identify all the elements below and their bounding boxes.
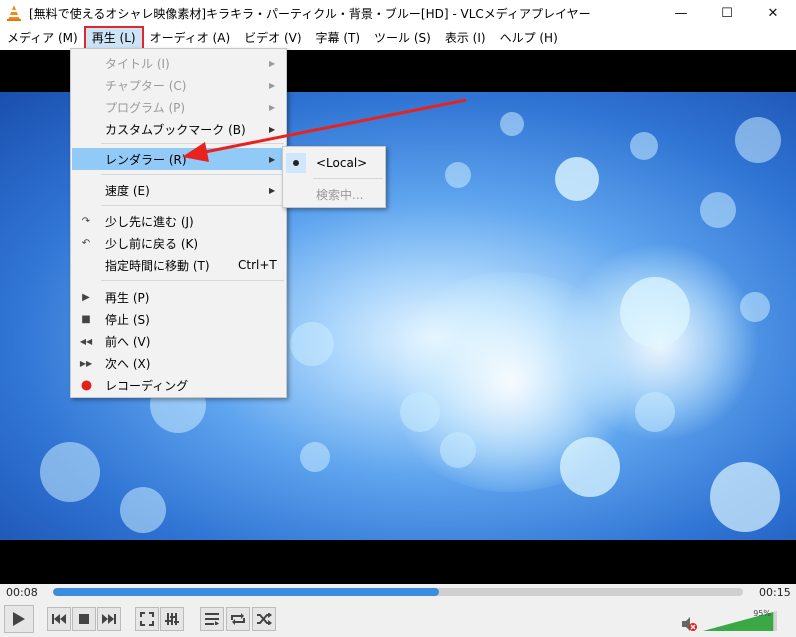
mute-speaker-icon[interactable] <box>682 617 698 631</box>
radio-check-icon <box>286 153 306 173</box>
play-icon: ▶ <box>82 291 90 303</box>
jump-forward-icon: ↷ <box>81 215 91 227</box>
playlist-button[interactable] <box>200 607 224 631</box>
submenu-arrow-icon: ▶ <box>269 102 276 112</box>
menu-item-play[interactable]: ▶ 再生 (P) <box>72 286 286 308</box>
minimize-button[interactable]: — <box>658 0 704 26</box>
renderer-searching[interactable]: 検索中... <box>284 182 385 206</box>
submenu-arrow-icon: ▶ <box>269 124 276 134</box>
menu-view[interactable]: 表示 (I) <box>438 27 493 49</box>
renderer-local[interactable]: <Local> <box>284 151 385 175</box>
previous-button[interactable] <box>47 607 71 631</box>
menu-item-previous[interactable]: ◀◀ 前へ (V) <box>72 330 286 352</box>
shortcut-label: Ctrl+T <box>238 258 277 272</box>
renderer-submenu: <Local> 検索中... <box>282 146 386 208</box>
close-button[interactable]: ✕ <box>750 0 796 26</box>
menu-item-chapter[interactable]: チャプター (C) ▶ <box>72 74 286 96</box>
menu-item-stop[interactable]: ■ 停止 (S) <box>72 308 286 330</box>
seek-slider[interactable] <box>53 588 743 596</box>
menu-help[interactable]: ヘルプ (H) <box>493 27 565 49</box>
fullscreen-icon <box>140 612 154 626</box>
menu-audio[interactable]: オーディオ (A) <box>143 27 238 49</box>
submenu-arrow-icon: ▶ <box>269 58 276 68</box>
equalizer-icon <box>165 613 179 625</box>
menu-playback[interactable]: 再生 (L) <box>83 26 144 50</box>
jump-backward-icon: ↶ <box>81 237 91 249</box>
menu-item-record[interactable]: レコーディング <box>72 374 286 396</box>
play-icon <box>13 612 25 626</box>
playback-menu-dropdown: タイトル (I) ▶ チャプター (C) ▶ プログラム (P) ▶ カスタムブ… <box>70 48 287 398</box>
menu-item-jump-forward[interactable]: ↷ 少し先に進む (J) <box>72 210 286 232</box>
menu-item-program[interactable]: プログラム (P) ▶ <box>72 96 286 118</box>
record-icon <box>79 378 93 392</box>
play-button[interactable] <box>4 605 34 633</box>
next-button[interactable] <box>97 607 121 631</box>
vlc-cone-icon <box>5 4 23 22</box>
menu-item-next[interactable]: ▶▶ 次へ (X) <box>72 352 286 374</box>
submenu-arrow-icon: ▶ <box>269 185 276 195</box>
playlist-icon <box>205 613 219 625</box>
menu-tools[interactable]: ツール (S) <box>367 27 438 49</box>
stop-icon <box>79 614 89 624</box>
seek-bar-row: 00:08 00:15 <box>0 584 796 602</box>
loop-icon <box>231 613 245 625</box>
menu-video[interactable]: ビデオ (V) <box>237 27 308 49</box>
extended-settings-button[interactable] <box>160 607 184 631</box>
volume-slider[interactable]: 95% <box>703 608 777 632</box>
menu-bar: メディア (M) 再生 (L) オーディオ (A) ビデオ (V) 字幕 (T)… <box>0 26 796 50</box>
shuffle-button[interactable] <box>252 607 276 631</box>
stop-icon: ■ <box>81 313 91 325</box>
menu-item-custom-bookmark[interactable]: カスタムブックマーク (B) ▶ <box>72 118 286 140</box>
menu-item-renderer[interactable]: レンダラー (R) ▶ <box>72 148 286 170</box>
total-time: 00:15 <box>759 586 791 599</box>
title-bar: [無料で使えるオシャレ映像素材]キラキラ・パーティクル・背景・ブルー[HD] -… <box>0 0 796 26</box>
maximize-button[interactable]: ☐ <box>704 0 750 26</box>
fullscreen-button[interactable] <box>135 607 159 631</box>
next-icon <box>102 614 116 624</box>
control-bar: 95% <box>0 602 796 637</box>
shuffle-icon <box>257 613 272 625</box>
previous-icon <box>52 614 66 624</box>
seek-progress <box>53 588 440 596</box>
volume-percent: 95% <box>753 609 771 618</box>
menu-subtitle[interactable]: 字幕 (T) <box>309 27 368 49</box>
loop-button[interactable] <box>226 607 250 631</box>
submenu-arrow-icon: ▶ <box>269 154 276 164</box>
previous-icon: ◀◀ <box>79 336 93 346</box>
menu-item-goto-time[interactable]: 指定時間に移動 (T) Ctrl+T <box>72 254 286 276</box>
menu-media[interactable]: メディア (M) <box>0 27 85 49</box>
window-title: [無料で使えるオシャレ映像素材]キラキラ・パーティクル・背景・ブルー[HD] -… <box>29 6 591 21</box>
stop-button[interactable] <box>72 607 96 631</box>
menu-item-title[interactable]: タイトル (I) ▶ <box>72 52 286 74</box>
elapsed-time: 00:08 <box>6 586 38 599</box>
submenu-arrow-icon: ▶ <box>269 80 276 90</box>
menu-item-jump-backward[interactable]: ↶ 少し前に戻る (K) <box>72 232 286 254</box>
menu-item-speed[interactable]: 速度 (E) ▶ <box>72 179 286 201</box>
next-icon: ▶▶ <box>79 358 93 368</box>
